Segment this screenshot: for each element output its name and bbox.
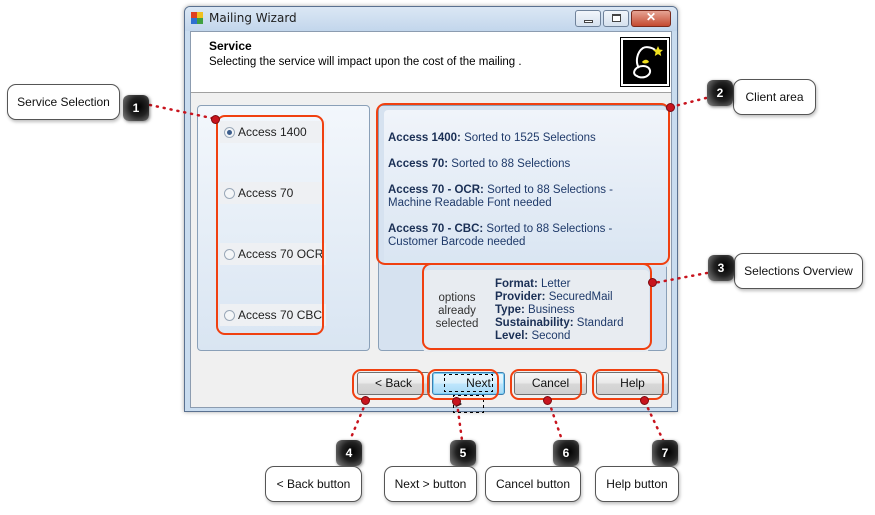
close-icon: ✕ — [645, 10, 657, 24]
minimize-button[interactable] — [575, 10, 601, 27]
callout-next-button: Next > button — [384, 466, 477, 502]
description-name: Access 70 - OCR: — [388, 184, 484, 196]
wizard-body: Service Selecting the service will impac… — [190, 31, 672, 413]
callout-client-area: Client area — [733, 79, 816, 115]
badge-7: 7 — [652, 440, 678, 466]
radio-unchecked-icon — [224, 248, 235, 260]
badge-1: 1 — [123, 95, 149, 121]
maximize-icon — [612, 14, 621, 22]
description-text: Sorted to 88 Selections — [448, 158, 571, 170]
overview-key: Sustainability: — [495, 317, 574, 329]
callout-cancel-button: Cancel button — [485, 466, 581, 502]
overview-caption: options already selected — [435, 292, 479, 330]
wizard-hat-icon — [620, 37, 670, 87]
anchor-dot-3 — [648, 278, 657, 287]
cancel-button[interactable]: Cancel — [514, 372, 587, 395]
page-title: Service — [209, 39, 252, 53]
client-area-panel: Access 1400: Sorted to 1525 Selections A… — [378, 105, 669, 352]
next-button[interactable]: Next > — [432, 372, 505, 413]
overview-key: Format: — [495, 278, 538, 290]
radio-label: Access 70 CBC — [238, 308, 323, 322]
badge-5: 5 — [450, 440, 476, 466]
close-button[interactable]: ✕ — [631, 10, 671, 27]
overview-value: SecuredMail — [545, 291, 613, 303]
radio-access-70-ocr[interactable]: Access 70 OCR — [220, 243, 326, 265]
radio-access-70[interactable]: Access 70 — [220, 182, 326, 204]
overview-format: Format: Letter — [495, 278, 623, 291]
anchor-dot-2 — [666, 103, 675, 112]
overview-value: Business — [524, 304, 575, 316]
overview-type: Type: Business — [495, 304, 623, 317]
description-access-1400: Access 1400: Sorted to 1525 Selections — [388, 132, 668, 145]
callout-help-button: Help button — [595, 466, 679, 502]
service-selection-panel: Access 1400 Access 70 Access 70 OCR Acce… — [197, 105, 370, 351]
anchor-dot-7 — [640, 396, 649, 405]
overview-provider: Provider: SecuredMail — [495, 291, 623, 304]
back-button[interactable]: < Back — [357, 372, 430, 395]
page-subtitle: Selecting the service will impact upon t… — [209, 56, 522, 68]
radio-label: Access 70 OCR — [238, 247, 324, 261]
description-access-70-ocr: Access 70 - OCR: Sorted to 88 Selections… — [388, 184, 658, 210]
title-bar[interactable]: Mailing Wizard ✕ — [185, 7, 677, 31]
callout-selections-overview: Selections Overview — [734, 253, 863, 289]
selections-overview: options already selected Format: Letter Pr… — [423, 270, 649, 352]
radio-access-70-cbc[interactable]: Access 70 CBC — [220, 304, 326, 326]
maximize-button[interactable] — [603, 10, 629, 27]
app-icon — [191, 12, 204, 25]
mailing-wizard-window: Mailing Wizard ✕ Service Selecting the s… — [184, 6, 678, 413]
anchor-dot-6 — [543, 396, 552, 405]
radio-label: Access 1400 — [238, 125, 307, 139]
overview-key: Level: — [495, 330, 529, 342]
wizard-header: Service Selecting the service will impac… — [191, 32, 671, 93]
overview-value: Second — [528, 330, 571, 342]
radio-label: Access 70 — [238, 186, 294, 200]
callout-back-button: < Back button — [265, 466, 362, 502]
badge-2: 2 — [707, 80, 733, 106]
help-button[interactable]: Help — [596, 372, 669, 395]
overview-sustainability: Sustainability: Standard — [495, 317, 623, 330]
badge-3: 3 — [708, 255, 734, 281]
overview-details: Format: Letter Provider: SecuredMail Typ… — [495, 278, 623, 343]
minimize-icon — [584, 20, 593, 23]
window-title: Mailing Wizard — [209, 11, 297, 25]
anchor-dot-4 — [361, 396, 370, 405]
service-descriptions: Access 1400: Sorted to 1525 Selections A… — [384, 110, 669, 267]
description-access-70-cbc: Access 70 - CBC: Sorted to 88 Selections… — [388, 223, 663, 249]
callout-service-selection: Service Selection — [7, 84, 120, 120]
description-text: Sorted to 1525 Selections — [460, 132, 596, 144]
overview-value: Standard — [573, 317, 624, 329]
radio-unchecked-icon — [224, 187, 235, 199]
overview-key: Provider: — [495, 291, 546, 303]
description-name: Access 70: — [388, 158, 449, 170]
radio-unchecked-icon — [224, 309, 235, 321]
anchor-dot-5 — [452, 397, 461, 406]
anchor-dot-1 — [211, 115, 220, 124]
overview-key: Type: — [495, 304, 525, 316]
badge-4: 4 — [336, 440, 362, 466]
overview-level: Level: Second — [495, 330, 623, 343]
description-name: Access 70 - CBC: — [388, 223, 484, 235]
description-access-70: Access 70: Sorted to 88 Selections — [388, 158, 668, 171]
radio-checked-icon — [224, 126, 235, 138]
badge-6: 6 — [553, 440, 579, 466]
radio-access-1400[interactable]: Access 1400 — [220, 121, 326, 143]
next-button-label: Next > — [444, 374, 493, 413]
overview-value: Letter — [537, 278, 571, 290]
description-name: Access 1400: — [388, 132, 461, 144]
